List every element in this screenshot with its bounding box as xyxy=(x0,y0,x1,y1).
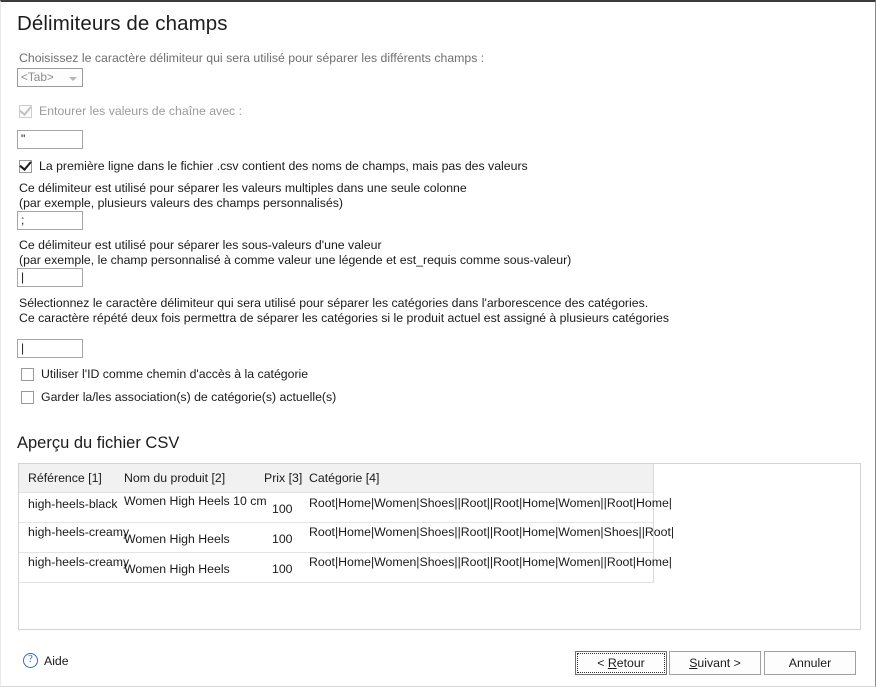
delimiter-select-value: <Tab> xyxy=(21,70,54,84)
csv-preview-panel: Référence [1] Nom du produit [2] Prix [3… xyxy=(18,463,861,630)
field-delimiters-wizard-page: Délimiteurs de champs Choisissez le cara… xyxy=(1,2,875,686)
category-delimiter-input[interactable]: | xyxy=(17,339,83,358)
keep-current-category-associations-checkbox-label: Garder la/les association(s) de catégori… xyxy=(41,390,337,404)
column-header-reference: Référence [1] xyxy=(28,471,102,485)
chevron-down-icon xyxy=(69,77,77,81)
column-header-product-name: Nom du produit [2] xyxy=(124,471,226,485)
cell-category: Root|Home|Women|Shoes||Root||Root|Home|W… xyxy=(309,525,675,539)
cancel-button[interactable]: Annuler xyxy=(764,651,856,675)
page-title: Délimiteurs de champs xyxy=(17,12,228,35)
subvalue-delimiter-input[interactable]: | xyxy=(17,268,83,287)
column-header-price: Prix [3] xyxy=(264,471,303,485)
table-row[interactable]: high-heels-black Women High Heels 10 cm … xyxy=(19,493,672,523)
multivalue-description-line2: (par exemple, plusieurs valeurs des cham… xyxy=(19,196,343,210)
cell-category: Root|Home|Women|Shoes||Root||Root|Home|W… xyxy=(309,555,672,569)
multivalue-delimiter-input[interactable]: ; xyxy=(17,211,83,230)
first-line-headers-checkbox-box xyxy=(19,158,32,173)
quote-values-checkbox-label: Entourer les valeurs de chaîne avec : xyxy=(39,104,243,118)
use-id-as-category-path-checkbox-label: Utiliser l'ID comme chemin d'accès à la … xyxy=(41,367,309,381)
cell-category: Root|Home|Women|Shoes||Root||Root|Home|W… xyxy=(309,496,672,510)
category-description-line1: Sélectionnez le caractère délimiteur qui… xyxy=(19,296,649,310)
cell-reference: high-heels-black xyxy=(28,497,118,511)
delimiter-select[interactable]: <Tab> xyxy=(17,68,83,87)
quote-character-input[interactable]: " xyxy=(17,130,83,149)
keep-current-category-associations-checkbox-box xyxy=(21,391,34,404)
cell-reference: high-heels-creamy xyxy=(28,525,130,539)
category-description-line2: Ce caractère répété deux fois permettra … xyxy=(19,311,670,325)
csv-preview-grid[interactable]: Référence [1] Nom du produit [2] Prix [3… xyxy=(19,464,674,583)
multivalue-description-line1: Ce délimiteur est utilisé pour séparer l… xyxy=(19,181,467,195)
use-id-as-category-path-checkbox-box xyxy=(21,368,34,381)
cell-product-name: Women High Heels 10 cm xyxy=(124,494,267,508)
subvalue-description-line1: Ce délimiteur est utilisé pour séparer l… xyxy=(19,238,382,252)
next-button-label: uivant > xyxy=(697,656,741,670)
check-icon xyxy=(19,103,32,116)
table-row[interactable]: high-heels-creamy Women High Heels 100 R… xyxy=(19,523,674,553)
back-button[interactable]: < Retour xyxy=(575,651,667,675)
csv-preview-title: Aperçu du fichier CSV xyxy=(17,434,180,452)
question-mark-circle-icon: ? xyxy=(23,653,38,668)
check-icon xyxy=(19,158,32,171)
csv-preview-header-row: Référence [1] Nom du produit [2] Prix [3… xyxy=(19,464,653,493)
first-line-headers-checkbox-label: La première ligne dans le fichier .csv c… xyxy=(39,159,528,173)
cell-product-name: Women High Heels xyxy=(124,532,230,546)
cell-product-name: Women High Heels xyxy=(124,562,230,576)
quote-values-checkbox-box xyxy=(19,103,32,118)
subvalue-description-line2: (par exemple, le champ personnalisé à co… xyxy=(19,253,572,267)
delimiter-instruction: Choisissez le caractère délimiteur qui s… xyxy=(19,51,485,65)
column-header-category: Catégorie [4] xyxy=(309,471,380,485)
cell-price: 100 xyxy=(272,532,293,546)
back-button-mnemonic: R xyxy=(607,656,617,670)
cell-reference: high-heels-creamy xyxy=(28,555,130,569)
back-button-label: etour xyxy=(616,656,645,670)
help-label: Aide xyxy=(44,654,69,668)
cell-price: 100 xyxy=(272,502,293,516)
table-row[interactable]: high-heels-creamy Women High Heels 100 R… xyxy=(19,553,672,583)
cell-price: 100 xyxy=(272,562,293,576)
next-button[interactable]: Suivant > xyxy=(669,651,761,675)
